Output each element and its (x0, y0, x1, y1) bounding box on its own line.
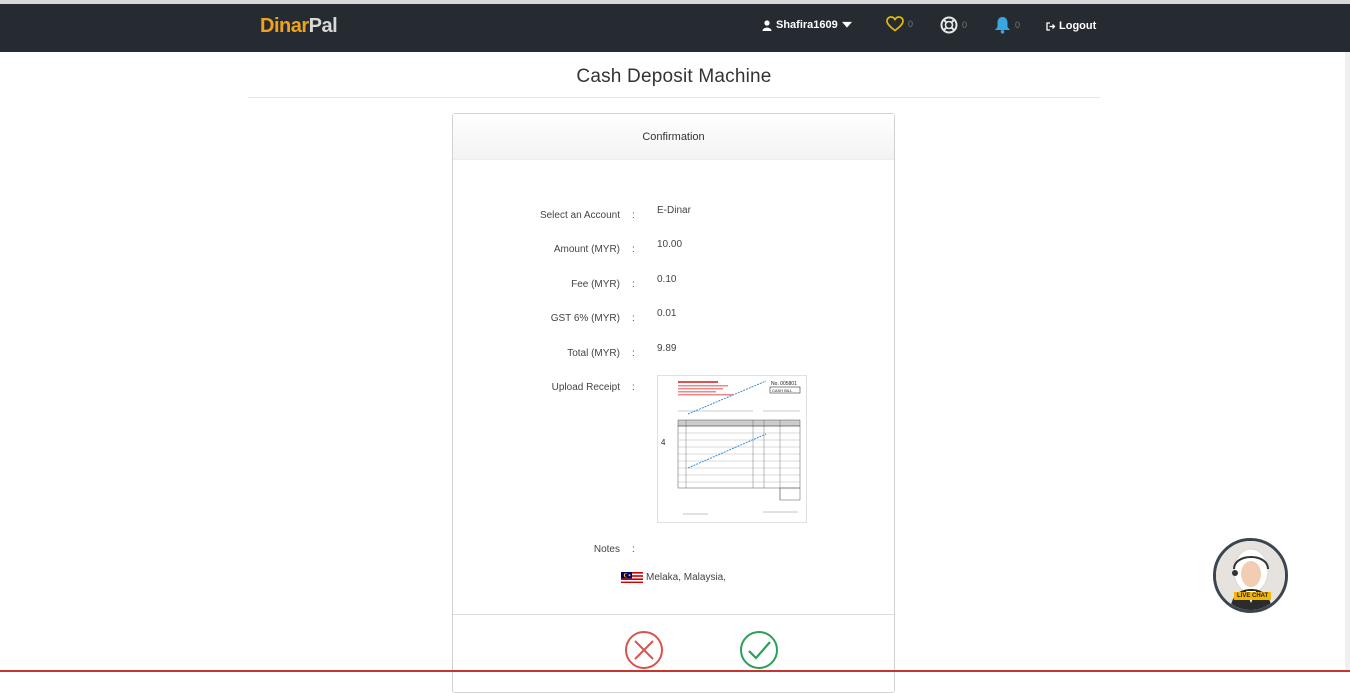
bell-icon (995, 17, 1010, 34)
panel-heading: Confirmation (453, 114, 894, 160)
favorites-link[interactable]: 0 (886, 16, 913, 32)
field-value: 0.01 (657, 308, 677, 319)
user-menu[interactable]: Shafira1609 (762, 19, 852, 31)
field-colon: : (632, 544, 635, 555)
field-label: Amount (MYR) (553, 244, 620, 255)
user-icon (762, 19, 772, 31)
support-link[interactable]: 0 (940, 16, 967, 34)
field-colon: : (632, 210, 635, 221)
malaysia-flag-icon (620, 572, 643, 583)
location-text: Melaka, Malaysia, (645, 572, 727, 583)
field-colon: : (632, 348, 635, 359)
receipt-image[interactable]: No. 005801 CASH BILL 4 (657, 375, 807, 523)
receipt-title: CASH BILL (772, 388, 793, 393)
field-label: Upload Receipt (551, 382, 620, 393)
field-colon: : (632, 279, 635, 290)
heart-icon (886, 16, 904, 32)
field-value: 9.89 (657, 343, 677, 354)
notifications-link[interactable]: 0 (994, 16, 1020, 34)
field-label: Total (MYR) (567, 348, 620, 359)
field-colon: : (632, 244, 635, 255)
location-info: Melaka, Malaysia, (453, 572, 894, 583)
field-label: Fee (MYR) (571, 279, 620, 290)
field-label: GST 6% (MYR) (550, 313, 620, 324)
confirm-button[interactable] (739, 630, 779, 670)
title-divider (248, 97, 1100, 98)
field-value: 0.10 (657, 274, 677, 285)
field-label: Notes (593, 544, 620, 555)
receipt-thumbnail: No. 005801 CASH BILL 4 (658, 376, 806, 522)
logout-link[interactable]: Logout (1046, 20, 1096, 32)
lifebuoy-icon (940, 16, 958, 34)
field-value: E-Dinar (657, 205, 691, 216)
logout-label: Logout (1059, 20, 1097, 32)
top-navbar: DinarPal Shafira1609 0 0 0 Logout (0, 0, 1350, 52)
cancel-button[interactable] (624, 630, 664, 670)
confirm-icon (740, 631, 778, 669)
brand-logo[interactable]: DinarPal (260, 15, 338, 38)
scrollbar[interactable] (1345, 52, 1350, 672)
field-label: Select an Account (539, 210, 620, 221)
confirmation-panel: Confirmation Select an Account : E-Dinar… (452, 113, 895, 693)
panel-divider (453, 614, 894, 615)
username: Shafira1609 (776, 19, 838, 31)
field-value: 10.00 (657, 239, 683, 250)
live-chat-label: LIVE CHAT (1234, 592, 1272, 600)
field-colon: : (632, 313, 635, 324)
logout-icon (1046, 21, 1056, 31)
page-title: Cash Deposit Machine (576, 66, 772, 87)
field-colon: : (632, 382, 635, 393)
cancel-icon (625, 631, 663, 669)
caret-down-icon (841, 21, 852, 28)
receipt-number: 4 (661, 438, 666, 447)
live-chat-button[interactable]: LIVE CHAT (1213, 538, 1288, 613)
receipt-no: No. 005801 (771, 381, 797, 387)
notifications-count: 0 (1015, 20, 1021, 30)
support-count: 0 (962, 20, 968, 30)
favorites-count: 0 (908, 19, 914, 29)
